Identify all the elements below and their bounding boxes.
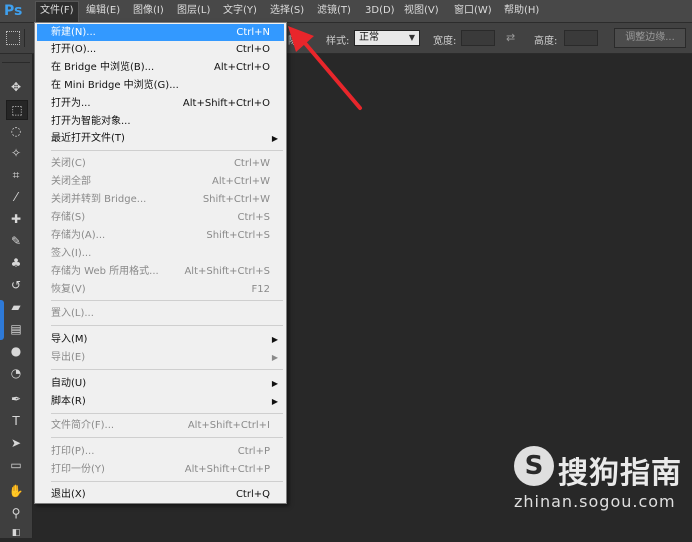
marquee-preset-icon[interactable] (6, 31, 20, 45)
menu-image[interactable]: 图像(I) (129, 2, 168, 20)
brush-tool-icon[interactable]: ✎ (6, 232, 26, 250)
eyedropper-tool-icon[interactable]: ⁄ (6, 188, 26, 206)
menu-type[interactable]: 文字(Y) (219, 2, 261, 20)
menu-separator (51, 437, 283, 438)
width-input[interactable] (461, 30, 495, 46)
menu-item-browse-mini-bridge[interactable]: 在 Mini Bridge 中浏览(G)... (37, 77, 284, 94)
menu-item-exit[interactable]: 退出(X) Ctrl+Q (37, 486, 284, 503)
submenu-arrow-icon: ▶ (271, 379, 278, 388)
menu-item-place[interactable]: 置入(L)... (37, 305, 284, 322)
menu-item-recent-files[interactable]: 最近打开文件(T) ▶ (37, 130, 284, 147)
menu-bar: Ps 文件(F) 编辑(E) 图像(I) 图层(L) 文字(Y) 选择(S) 滤… (0, 0, 692, 23)
menu-item-print-one-copy[interactable]: 打印一份(Y) Alt+Shift+Ctrl+P (37, 461, 284, 478)
menu-separator (51, 300, 283, 301)
menu-separator (51, 369, 283, 370)
photoshop-logo: Ps (4, 3, 23, 19)
menu-item-import[interactable]: 导入(M) ▶ (37, 331, 284, 348)
menu-separator (51, 325, 283, 326)
menu-item-browse-bridge[interactable]: 在 Bridge 中浏览(B)... Alt+Ctrl+O (37, 59, 284, 76)
hand-tool-icon[interactable]: ✋ (6, 482, 26, 500)
type-tool-icon[interactable]: T (6, 412, 26, 430)
width-label: 宽度: (433, 36, 457, 47)
menu-item-revert[interactable]: 恢复(V) F12 (37, 281, 284, 298)
healing-brush-tool-icon[interactable]: ✚ (6, 210, 26, 228)
menu-filter[interactable]: 滤镜(T) (313, 2, 355, 20)
blur-tool-icon[interactable]: ● (6, 342, 26, 360)
menu-item-check-in[interactable]: 签入(I)... (37, 245, 284, 262)
menu-item-save-as[interactable]: 存储为(A)... Shift+Ctrl+S (37, 227, 284, 244)
gradient-tool-icon[interactable]: ▤ (6, 320, 26, 338)
shape-tool-icon[interactable]: ▭ (6, 456, 26, 474)
menu-3d[interactable]: 3D(D) (361, 2, 399, 20)
dodge-tool-icon[interactable]: ◔ (6, 364, 26, 382)
panel-grip[interactable] (2, 56, 30, 63)
lasso-tool-icon[interactable]: ◌ (6, 122, 26, 140)
menu-item-export[interactable]: 导出(E) ▶ (37, 349, 284, 366)
menu-separator (51, 481, 283, 482)
refine-edge-button[interactable]: 调整边缘... (614, 28, 686, 48)
menu-item-save-for-web[interactable]: 存储为 Web 所用格式... Alt+Shift+Ctrl+S (37, 263, 284, 280)
path-selection-tool-icon[interactable]: ➤ (6, 434, 26, 452)
menu-window[interactable]: 窗口(W) (450, 2, 496, 20)
zoom-tool-icon[interactable]: ⚲ (6, 504, 26, 522)
crop-tool-icon[interactable]: ⌗ (6, 166, 26, 184)
menu-item-file-info[interactable]: 文件简介(F)... Alt+Shift+Ctrl+I (37, 417, 284, 434)
eraser-tool-icon[interactable]: ▰ (6, 298, 26, 316)
menu-item-scripts[interactable]: 脚本(R) ▶ (37, 393, 284, 410)
magic-wand-tool-icon[interactable]: ✧ (6, 144, 26, 162)
menu-item-close[interactable]: 关闭(C) Ctrl+W (37, 155, 284, 172)
menu-help[interactable]: 帮助(H) (500, 2, 543, 20)
submenu-arrow-icon: ▶ (271, 397, 278, 406)
menu-item-open[interactable]: 打开(O)... Ctrl+O (37, 41, 284, 58)
sogou-logo-icon: S (514, 446, 554, 486)
panel-accent (0, 300, 4, 340)
chevron-down-icon: ▼ (408, 33, 415, 42)
menu-item-close-go-bridge[interactable]: 关闭并转到 Bridge... Shift+Ctrl+W (37, 191, 284, 208)
height-label: 高度: (534, 36, 558, 47)
watermark-url: zhinan.sogou.com (514, 492, 676, 511)
height-input[interactable] (564, 30, 598, 46)
watermark-title: 搜狗指南 (558, 456, 682, 491)
clone-stamp-tool-icon[interactable]: ♣ (6, 254, 26, 272)
submenu-arrow-icon: ▶ (271, 353, 278, 362)
file-menu-dropdown: 新建(N)... Ctrl+N 打开(O)... Ctrl+O 在 Bridge… (34, 22, 287, 504)
menu-edit[interactable]: 编辑(E) (82, 2, 124, 20)
move-tool-icon[interactable]: ✥ (6, 78, 26, 96)
menu-view[interactable]: 视图(V) (400, 2, 443, 20)
menu-item-open-as[interactable]: 打开为... Alt+Shift+Ctrl+O (37, 95, 284, 112)
marquee-tool-icon[interactable]: ⬚ (6, 100, 28, 120)
submenu-arrow-icon: ▶ (271, 335, 278, 344)
pen-tool-icon[interactable]: ✒ (6, 390, 26, 408)
menu-separator (51, 413, 283, 414)
color-swatches-icon[interactable]: ◧ (6, 524, 26, 542)
history-brush-tool-icon[interactable]: ↺ (6, 276, 26, 294)
menu-item-open-smart-object[interactable]: 打开为智能对象... (37, 113, 284, 130)
options-divider (24, 29, 25, 47)
menu-select[interactable]: 选择(S) (266, 2, 308, 20)
menu-item-print[interactable]: 打印(P)... Ctrl+P (37, 443, 284, 460)
menu-item-close-all[interactable]: 关闭全部 Alt+Ctrl+W (37, 173, 284, 190)
menu-separator (51, 150, 283, 151)
menu-layer[interactable]: 图层(L) (173, 2, 214, 20)
menu-item-automate[interactable]: 自动(U) ▶ (37, 375, 284, 392)
menu-item-save[interactable]: 存储(S) Ctrl+S (37, 209, 284, 226)
sogou-watermark: S 搜狗指南 zhinan.sogou.com (508, 446, 692, 516)
annotation-arrow-icon (288, 26, 362, 110)
submenu-arrow-icon: ▶ (271, 134, 278, 143)
menu-item-new[interactable]: 新建(N)... Ctrl+N (37, 24, 284, 41)
menu-file[interactable]: 文件(F) (35, 1, 79, 23)
tools-panel: ✥ ⬚ ◌ ✧ ⌗ ⁄ ✚ ✎ ♣ ↺ ▰ ▤ ● ◔ ✒ T ➤ ▭ ✋ ⚲ … (0, 54, 33, 538)
swap-icon[interactable]: ⇄ (506, 31, 515, 44)
